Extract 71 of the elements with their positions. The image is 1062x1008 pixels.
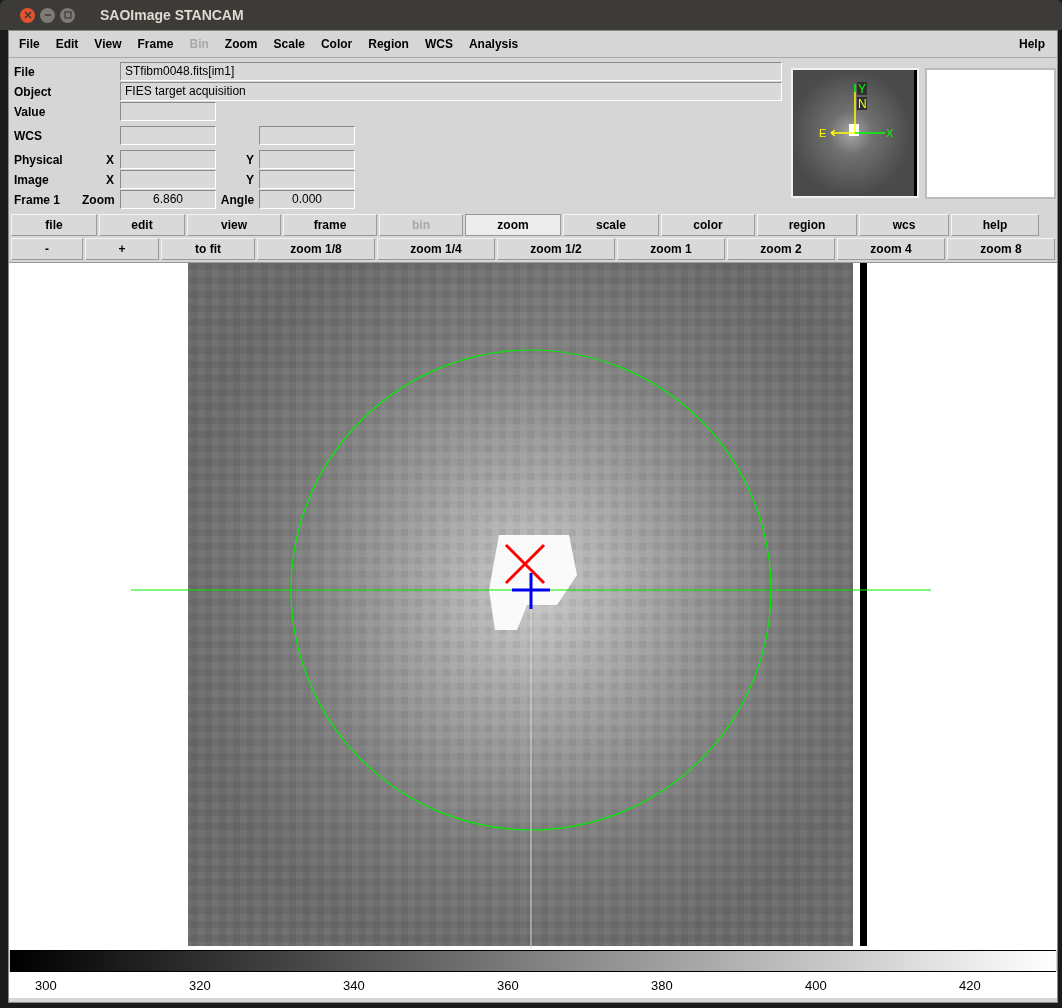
zoom-level-button[interactable]: zoom 1 [617, 238, 725, 260]
cross-marker[interactable] [504, 543, 546, 585]
field-label: Frame 1 [14, 191, 62, 209]
field-label: Angle [219, 191, 256, 209]
plus-marker[interactable] [510, 571, 552, 611]
toolbar-button[interactable]: zoom [465, 214, 561, 236]
menu-item[interactable]: Region [368, 35, 409, 53]
zoom-level-button[interactable]: zoom 1/2 [497, 238, 615, 260]
menu-item[interactable]: Zoom [224, 35, 258, 53]
toolbar-button[interactable]: color [661, 214, 755, 236]
grayscale-image-drawing[interactable] [188, 263, 867, 946]
toolbar-button[interactable]: help [951, 214, 1039, 236]
toolbar-button[interactable]: wcs [859, 214, 949, 236]
field-label: Y [246, 151, 255, 169]
field-label: Object [14, 83, 53, 101]
menu-item[interactable]: Edit [55, 35, 79, 53]
zoom-level-button[interactable]: zoom 8 [947, 238, 1055, 260]
menu-item[interactable]: Analysis [468, 35, 519, 53]
text-field[interactable] [259, 150, 355, 169]
window-title: SAOImage STANCAM [100, 5, 244, 25]
colorbar-tick-label: 380 [651, 977, 673, 995]
colorbar-tick-label: 340 [343, 977, 365, 995]
zoom-level-button[interactable]: zoom 1/8 [257, 238, 375, 260]
text-field[interactable]: STfibm0048.fits[im1] [120, 62, 782, 81]
menu-item[interactable]: WCS [424, 35, 453, 53]
field-label: X [106, 171, 115, 189]
menu-item[interactable]: Help [1019, 35, 1045, 53]
close-icon[interactable] [20, 7, 35, 23]
toolbar-button[interactable]: file [11, 214, 97, 236]
menu-item[interactable]: Scale [273, 35, 305, 53]
colorbar-tick-label: 360 [497, 977, 519, 995]
zoom-level-button[interactable]: zoom 4 [837, 238, 945, 260]
minimize-icon[interactable] [40, 7, 55, 23]
colorbar-tick-label: 400 [805, 977, 827, 995]
zoom-out-button[interactable]: - [11, 238, 83, 260]
field-label: WCS [14, 127, 43, 145]
text-field[interactable] [120, 102, 216, 121]
menu-item[interactable]: View [94, 35, 122, 53]
text-field[interactable]: FIES target acquisition [120, 82, 782, 101]
zoom-level-button[interactable]: zoom 2 [727, 238, 835, 260]
text-field[interactable] [259, 126, 355, 145]
field-label: Zoom [82, 191, 116, 209]
zoom-in-button[interactable]: + [85, 238, 159, 260]
toolbar-button[interactable]: region [757, 214, 857, 236]
text-field[interactable] [120, 150, 216, 169]
menu-item[interactable]: Frame [137, 35, 174, 53]
field-label: Image [14, 171, 50, 189]
text-field[interactable] [120, 126, 216, 145]
text-field[interactable]: 0.000 [259, 190, 355, 209]
text-field[interactable] [120, 170, 216, 189]
panner-drawing[interactable]: N E X Y [791, 68, 919, 198]
maximize-icon[interactable] [60, 7, 75, 23]
field-label: Value [14, 103, 47, 121]
field-label: Y [246, 171, 255, 189]
toolbar-button[interactable]: scale [563, 214, 659, 236]
toolbar-button[interactable]: frame [283, 214, 377, 236]
text-field[interactable] [259, 170, 355, 189]
menu-item[interactable]: File [19, 35, 40, 53]
colorbar-tick-label: 300 [35, 977, 57, 995]
toolbar-button[interactable]: edit [99, 214, 185, 236]
field-label: File [14, 63, 36, 81]
fit-button[interactable]: to fit [161, 238, 255, 260]
field-label: X [106, 151, 115, 169]
text-field[interactable]: 6.860 [120, 190, 216, 209]
colorbar-tick-label: 320 [189, 977, 211, 995]
circle-region[interactable] [290, 349, 772, 831]
field-label: Physical [14, 151, 64, 169]
colorbar-tick-label: 420 [959, 977, 981, 995]
toolbar-button[interactable]: view [187, 214, 281, 236]
zoom-level-button[interactable]: zoom 1/4 [377, 238, 495, 260]
menu-item[interactable]: Color [320, 35, 353, 53]
